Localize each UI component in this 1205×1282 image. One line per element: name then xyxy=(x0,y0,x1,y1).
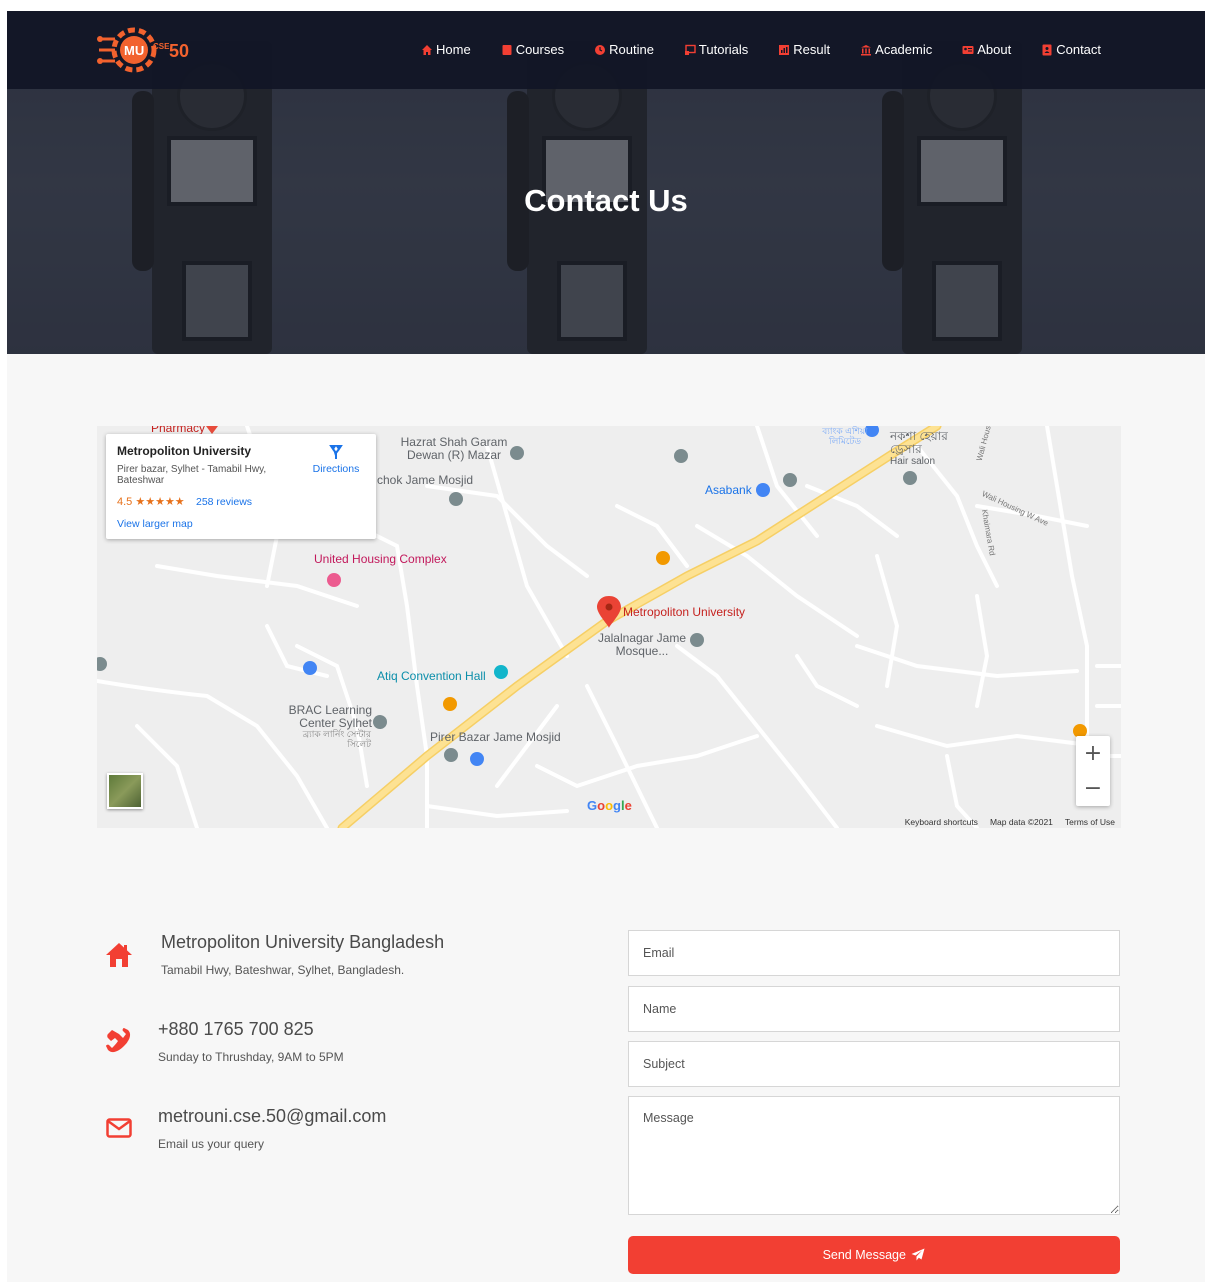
home-icon xyxy=(106,943,132,967)
hero-banner: MU CSE 50 Home Courses Routine Tutorials… xyxy=(7,11,1205,354)
nav-academic[interactable]: Academic xyxy=(860,42,932,57)
nav-about[interactable]: About xyxy=(962,42,1011,57)
id-card-icon xyxy=(962,45,974,54)
page-title: Contact Us xyxy=(524,183,688,218)
nav-tutorials[interactable]: Tutorials xyxy=(684,42,748,57)
nav-contact[interactable]: Contact xyxy=(1041,42,1101,57)
contact-icon xyxy=(1042,44,1052,55)
map-data-text: Map data ©2021 xyxy=(989,817,1053,827)
map-label-hazrat: Hazrat Shah Garam Dewan (R) Mazar xyxy=(400,435,508,462)
svg-text:MU: MU xyxy=(124,43,144,58)
map-label-asabank: Asabank xyxy=(705,483,752,497)
map-attribution: Keyboard shortcuts Map data ©2021 Terms … xyxy=(905,817,1115,827)
view-larger-map-link[interactable]: View larger map xyxy=(117,518,193,530)
map-label-metro: Metropoliton University xyxy=(623,605,746,619)
video-icon xyxy=(684,44,696,55)
name-field[interactable] xyxy=(628,986,1120,1032)
satellite-toggle[interactable] xyxy=(107,773,143,809)
paper-plane-icon xyxy=(911,1248,925,1261)
map-rating: 4.5 ★★★★★ xyxy=(117,496,185,508)
map-label-hair-salon: Hair salon xyxy=(890,456,936,467)
chart-icon xyxy=(779,44,790,55)
email-field[interactable] xyxy=(628,930,1120,976)
map-label-pirer: Pirer Bazar Jame Mosjid xyxy=(430,730,561,744)
university-icon xyxy=(861,44,872,55)
site-logo[interactable]: MU CSE 50 xyxy=(97,25,207,75)
send-message-button[interactable]: Send Message xyxy=(628,1236,1120,1274)
clock-icon xyxy=(595,44,606,55)
envelope-icon xyxy=(106,1118,132,1138)
address-title: Metropoliton University Bangladesh xyxy=(161,932,445,952)
zoom-in-button[interactable]: + xyxy=(1076,736,1110,771)
navbar: MU CSE 50 Home Courses Routine Tutorials… xyxy=(7,11,1205,89)
zoom-out-button[interactable]: − xyxy=(1076,771,1110,806)
map-label-naksha: নকশা হেয়ার ড্রেসার xyxy=(890,429,948,456)
terms-of-use-link[interactable]: Terms of Use xyxy=(1065,817,1115,827)
map-reviews-link[interactable]: 258 reviews xyxy=(196,496,252,508)
phone-icon xyxy=(106,1028,131,1053)
directions-icon xyxy=(329,445,343,459)
map-label-united: United Housing Complex xyxy=(314,552,447,566)
keyboard-shortcuts-link[interactable]: Keyboard shortcuts xyxy=(905,817,978,827)
map-label-brac: BRAC Learning Center Sylhet xyxy=(288,703,372,730)
nav-links: Home Courses Routine Tutorials Result Ac… xyxy=(421,42,1131,57)
google-map[interactable]: Pharmacy Hazrat Shah Garam Dewan (R) Maz… xyxy=(97,426,1121,828)
map-label-chok: chok Jame Mosjid xyxy=(377,473,474,487)
email-subtitle: Email us your query xyxy=(158,1137,265,1151)
directions-button[interactable]: Directions xyxy=(306,444,366,475)
star-rating: ★★★★★ xyxy=(135,496,185,508)
map-label-bank-bn: ব্যাংক এশিয়া লিমিটেড xyxy=(822,426,868,446)
page: MU CSE 50 Home Courses Routine Tutorials… xyxy=(7,11,1205,1282)
address-subtitle: Tamabil Hwy, Bateshwar, Sylhet, Banglade… xyxy=(161,963,405,977)
svg-text:50: 50 xyxy=(169,41,189,61)
zoom-controls: + − xyxy=(1076,736,1110,806)
book-icon xyxy=(502,44,512,55)
email-title: metrouni.cse.50@gmail.com xyxy=(158,1106,387,1126)
google-logo: Google xyxy=(587,798,632,813)
nav-courses[interactable]: Courses xyxy=(501,42,564,57)
map-address: Pirer bazar, Sylhet - Tamabil Hwy, Bates… xyxy=(117,464,267,486)
nav-result[interactable]: Result xyxy=(778,42,830,57)
map-place-name: Metropoliton University xyxy=(117,444,252,458)
nav-home[interactable]: Home xyxy=(421,42,471,57)
nav-routine[interactable]: Routine xyxy=(594,42,654,57)
map-label-jalalnagar: Jalalnagar Jame Mosque... xyxy=(597,631,687,658)
map-label-atiq: Atiq Convention Hall xyxy=(377,669,486,683)
subject-field[interactable] xyxy=(628,1041,1120,1087)
map-label-brac-bn: ব্র্যাক লার্নিং সেন্টার সিলেট xyxy=(302,729,371,749)
phone-title: +880 1765 700 825 xyxy=(158,1019,314,1039)
phone-subtitle: Sunday to Thrushday, 9AM to 5PM xyxy=(158,1050,344,1064)
map-info-card: Metropoliton University Pirer bazar, Syl… xyxy=(106,434,376,539)
svg-text:CSE: CSE xyxy=(153,42,170,51)
message-field[interactable] xyxy=(628,1096,1120,1215)
home-icon xyxy=(422,44,432,55)
